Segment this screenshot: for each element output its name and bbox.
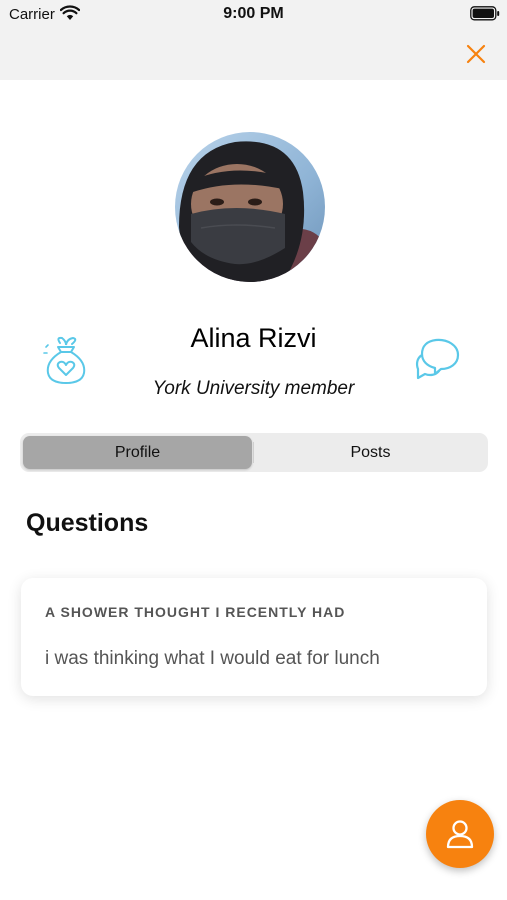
profile-fab-button[interactable] xyxy=(426,800,494,868)
profile-affiliation: York University member xyxy=(152,378,355,399)
close-icon xyxy=(466,44,486,64)
question-prompt: A SHOWER THOUGHT I RECENTLY HAD xyxy=(45,604,346,620)
question-answer: i was thinking what I would eat for lunc… xyxy=(45,648,380,669)
profile-name: Alina Rizvi xyxy=(190,323,317,353)
battery-icon xyxy=(470,6,500,21)
close-button[interactable] xyxy=(460,38,492,70)
person-icon xyxy=(446,820,474,849)
avatar-photo xyxy=(175,132,325,282)
navigation-bar xyxy=(0,28,507,80)
segment-divider xyxy=(253,442,254,463)
status-bar: Carrier 9:00 PM xyxy=(0,0,507,28)
clock: 9:00 PM xyxy=(223,5,284,22)
questions-heading: Questions xyxy=(26,509,149,537)
avatar xyxy=(175,132,325,282)
tab-posts[interactable]: Posts xyxy=(256,436,485,469)
question-card: A SHOWER THOUGHT I RECENTLY HAD i was th… xyxy=(21,578,487,696)
tab-profile[interactable]: Profile xyxy=(23,436,252,469)
profile-posts-segmented-control: Profile Posts xyxy=(20,433,488,472)
